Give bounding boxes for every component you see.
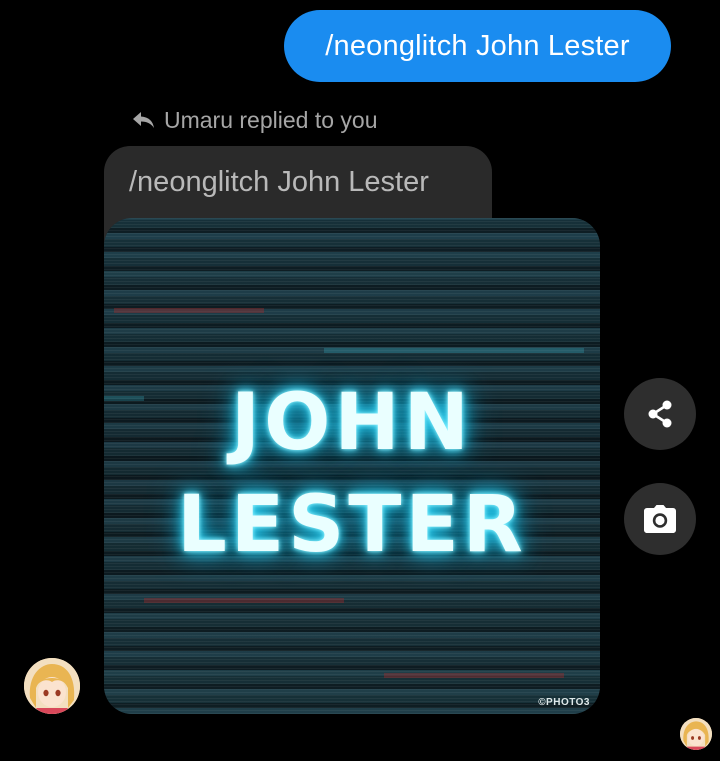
camera-icon — [644, 505, 676, 533]
avatar-image — [680, 718, 712, 750]
glitch-streak — [114, 308, 264, 313]
sender-avatar[interactable] — [24, 658, 80, 714]
avatar-image — [24, 658, 80, 714]
glitch-streak — [144, 598, 344, 603]
quoted-message-text: /neonglitch John Lester — [129, 166, 429, 198]
glitch-streak — [324, 348, 584, 353]
share-icon — [648, 400, 672, 428]
glitch-streak — [384, 673, 564, 678]
reply-header-text: Umaru replied to you — [164, 106, 378, 133]
chat-view: /neonglitch John Lester Umaru replied to… — [0, 0, 720, 761]
seen-avatar — [680, 718, 712, 750]
share-button[interactable] — [624, 378, 696, 450]
neon-text-line-2: LESTER — [177, 480, 527, 570]
neon-text-line-1: JOHN — [231, 378, 473, 468]
reply-header: Umaru replied to you — [132, 104, 378, 136]
reply-arrow-icon — [133, 112, 154, 128]
camera-button[interactable] — [624, 483, 696, 555]
image-watermark: ©PHOTO3 — [538, 697, 590, 708]
sent-message-bubble[interactable]: /neonglitch John Lester — [284, 10, 671, 82]
neon-glitch-image[interactable]: JOHN LESTER ©PHOTO3 — [104, 218, 600, 714]
